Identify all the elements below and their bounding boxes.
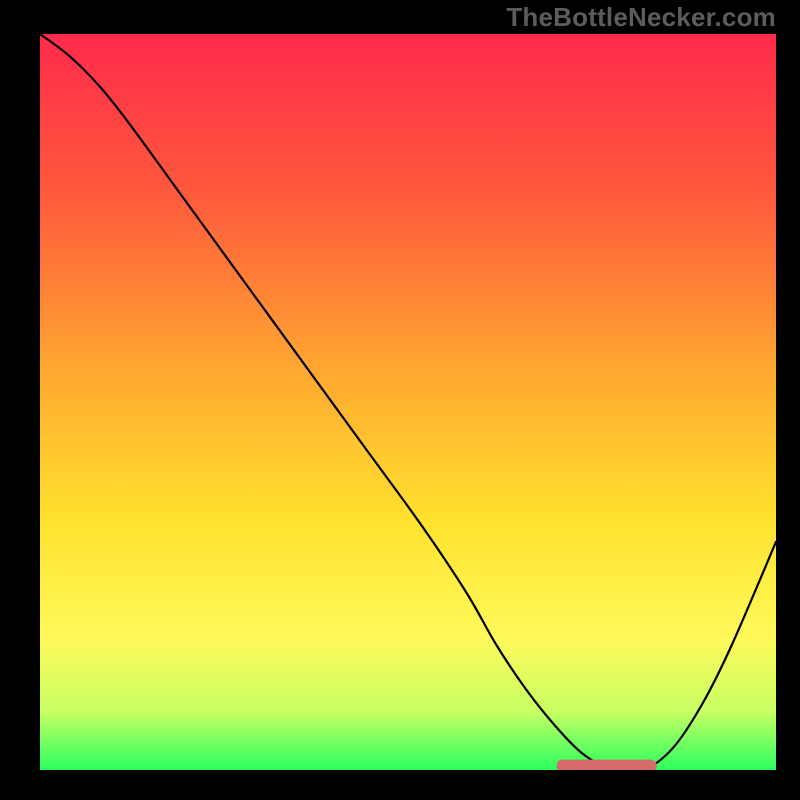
gradient-plot-area xyxy=(40,34,776,770)
watermark-text: TheBottleNecker.com xyxy=(506,2,776,33)
chart-frame: TheBottleNecker.com xyxy=(0,0,800,800)
bottleneck-chart xyxy=(0,0,800,800)
